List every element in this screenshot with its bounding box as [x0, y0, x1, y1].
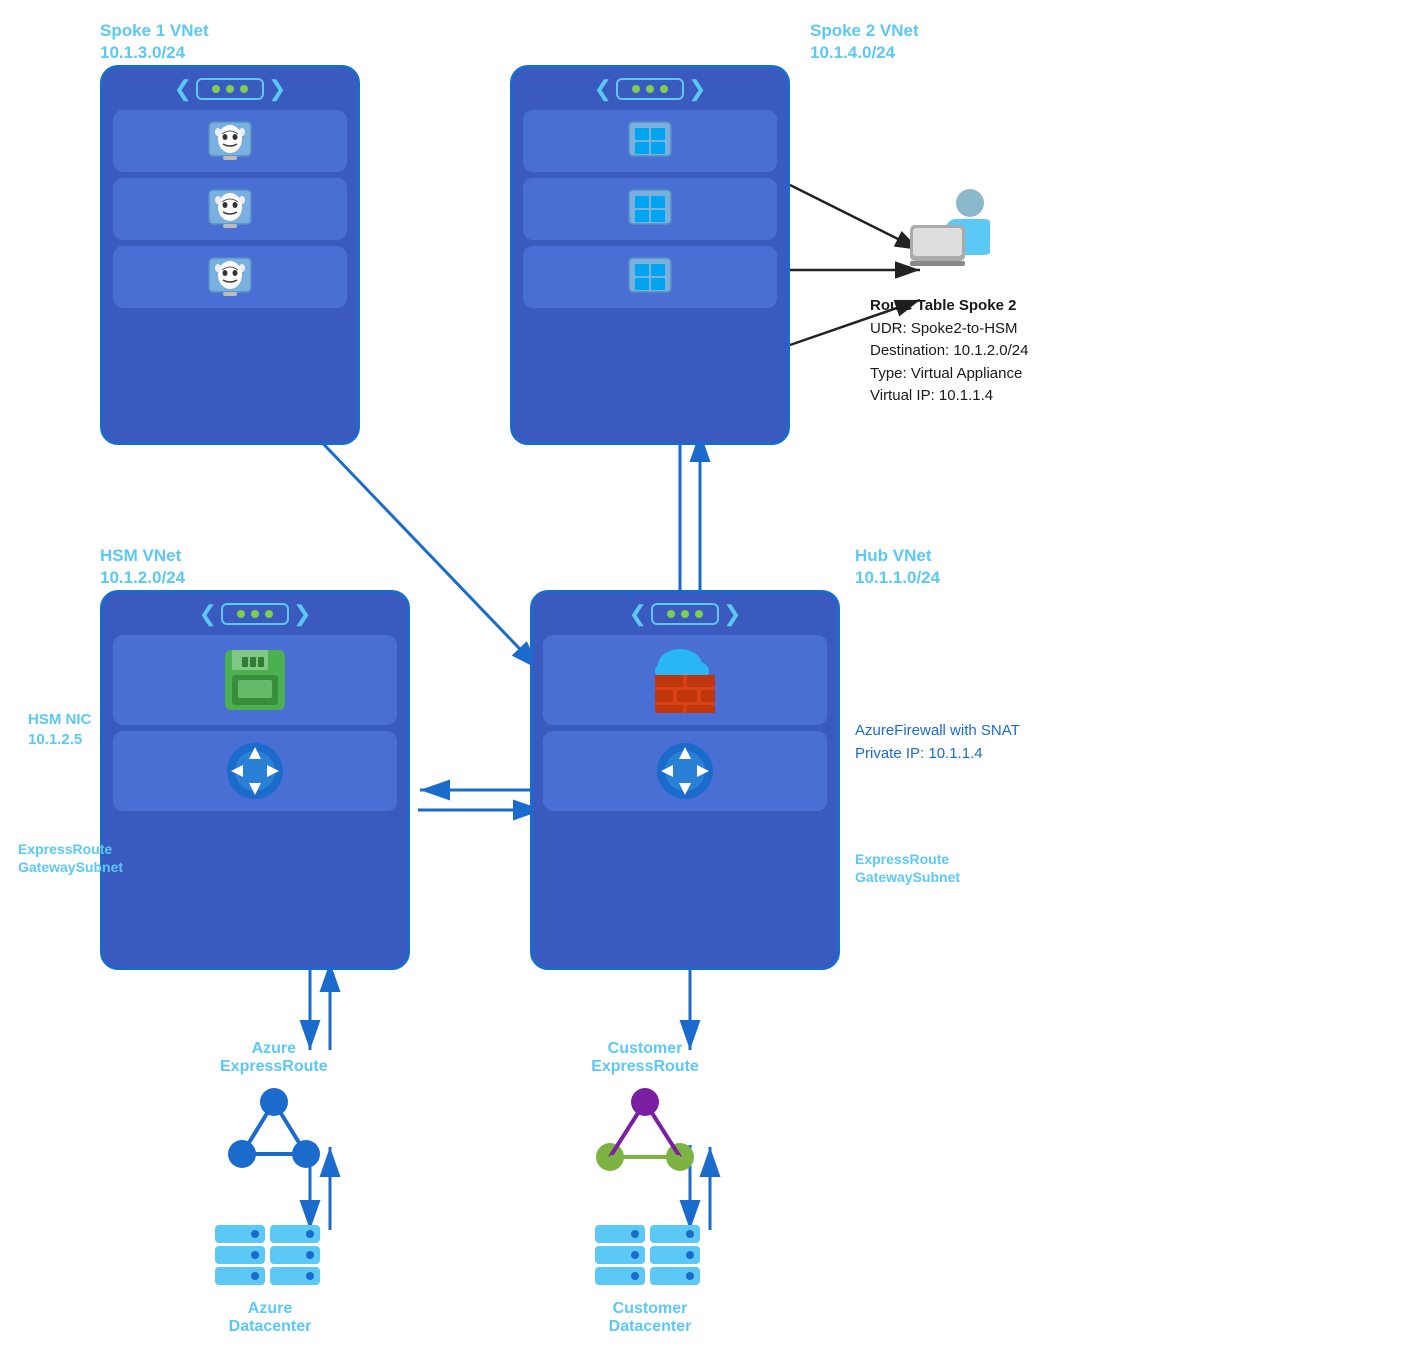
- hub-firewall-box: [543, 635, 827, 725]
- spoke1-dots: [196, 78, 264, 100]
- spoke2-header: ❮ ❯: [513, 68, 787, 104]
- hsm-vnet: ❮ ❯: [100, 590, 410, 970]
- hub-label: Hub VNet 10.1.1.0/24: [855, 545, 940, 589]
- dot9: [265, 610, 273, 618]
- customer-dc-label: Customer Datacenter: [609, 1300, 692, 1336]
- dot5: [646, 85, 654, 93]
- hsm-header: ❮ ❯: [103, 593, 407, 629]
- azure-dc-label: Azure Datacenter: [229, 1300, 312, 1336]
- hsm-nic-label: HSM NIC 10.1.2.5: [28, 710, 91, 749]
- azure-er-label: Azure ExpressRoute: [220, 1040, 328, 1076]
- customer-er-icon: [590, 1082, 700, 1172]
- hub-gateway-label: ExpressRoute GatewaySubnet: [855, 850, 960, 886]
- dot7: [237, 610, 245, 618]
- hsm-dots: [221, 603, 289, 625]
- azure-er-container: Azure ExpressRoute: [220, 1040, 328, 1172]
- hsm-chevron-left: ❮: [199, 601, 217, 627]
- hub-vnet: ❮ ❯: [530, 590, 840, 970]
- hub-dots: [651, 603, 719, 625]
- windows-icon-2: [625, 186, 675, 232]
- spoke1-chevron-left: ❮: [174, 76, 192, 102]
- route-table-text: Route Table Spoke 2 UDR: Spoke2-to-HSM D…: [870, 295, 1190, 408]
- hsm-label: HSM VNet 10.1.2.0/24: [100, 545, 185, 589]
- firewall-label: AzureFirewall with SNAT Private IP: 10.1…: [855, 720, 1020, 765]
- spoke2-chevron-left: ❮: [594, 76, 612, 102]
- linux-icon-1: [205, 118, 255, 164]
- dot8: [251, 610, 259, 618]
- spoke2-vm3: [523, 246, 777, 308]
- hsm-gateway-label: ExpressRoute GatewaySubnet: [18, 840, 123, 876]
- spoke2-vnet: ❮ ❯: [510, 65, 790, 445]
- windows-icon-3: [625, 254, 675, 300]
- spoke2-label: Spoke 2 VNet 10.1.4.0/24: [810, 20, 919, 64]
- dot12: [695, 610, 703, 618]
- hsm-chevron-right: ❯: [293, 601, 311, 627]
- azure-dc-icon: [210, 1220, 330, 1300]
- spoke2-vm2: [523, 178, 777, 240]
- spoke1-header: ❮ ❯: [103, 68, 357, 104]
- windows-icon-1: [625, 118, 675, 164]
- hub-chevron-left: ❮: [629, 601, 647, 627]
- hub-chevron-right: ❯: [723, 601, 741, 627]
- spoke1-vnet: ❮ ❯: [100, 65, 360, 445]
- spoke2-chevron-right: ❯: [688, 76, 706, 102]
- dot11: [681, 610, 689, 618]
- customer-er-label: Customer ExpressRoute: [591, 1040, 699, 1076]
- linux-icon-2: [205, 186, 255, 232]
- dot1: [212, 85, 220, 93]
- hub-gateway-box: [543, 731, 827, 811]
- hub-header: ❮ ❯: [533, 593, 837, 629]
- hsm-gateway-box: [113, 731, 397, 811]
- spoke1-vm1: [113, 110, 347, 172]
- dot10: [667, 610, 675, 618]
- spoke1-vm3: [113, 246, 347, 308]
- customer-dc-icon: [590, 1220, 710, 1300]
- dot6: [660, 85, 668, 93]
- dot3: [240, 85, 248, 93]
- dot4: [632, 85, 640, 93]
- customer-dc-container: Customer Datacenter: [590, 1220, 710, 1336]
- customer-er-container: Customer ExpressRoute: [590, 1040, 700, 1172]
- spoke1-chevron-right: ❯: [268, 76, 286, 102]
- spoke1-label: Spoke 1 VNet 10.1.3.0/24: [100, 20, 209, 64]
- route-table-annotation: Route Table Spoke 2 UDR: Spoke2-to-HSM D…: [870, 295, 1190, 408]
- azure-dc-container: Azure Datacenter: [210, 1220, 330, 1336]
- spoke2-dots: [616, 78, 684, 100]
- person-icon: [910, 185, 990, 280]
- spoke1-vm2: [113, 178, 347, 240]
- spoke2-vm1: [523, 110, 777, 172]
- linux-icon-3: [205, 254, 255, 300]
- azure-er-icon: [224, 1082, 324, 1172]
- hsm-nic-box: [113, 635, 397, 725]
- diagram-container: ❮ ❯: [0, 0, 1415, 1355]
- dot2: [226, 85, 234, 93]
